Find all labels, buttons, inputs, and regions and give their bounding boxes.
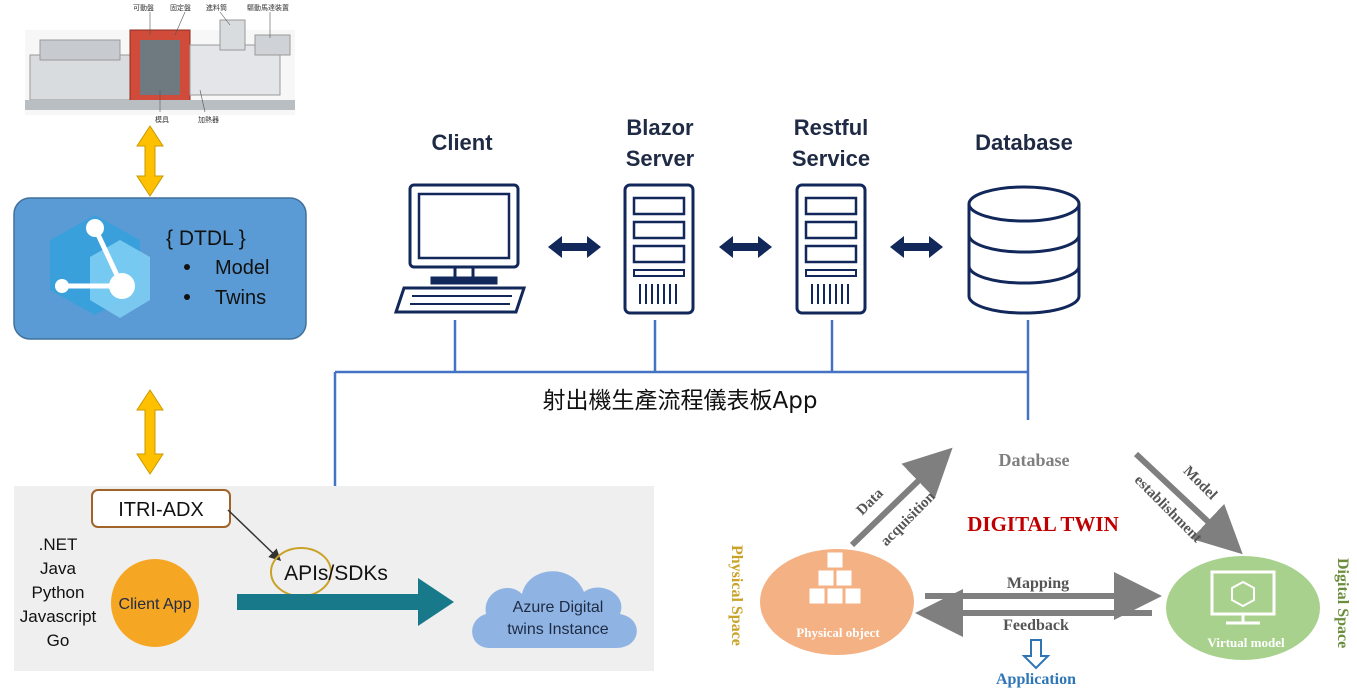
azure-instance-line2: twins Instance	[507, 621, 608, 638]
lang-dotnet: .NET	[39, 535, 78, 554]
application-label: Application	[996, 671, 1076, 688]
dt-title: DIGITAL TWIN	[967, 512, 1119, 536]
machine-label-fixed: 固定盤	[170, 3, 191, 12]
data-acquisition-line2: acquisition	[878, 488, 939, 549]
digital-twin-diagram: Database DIGITAL TWIN Data acquisition M…	[728, 447, 1351, 688]
app-title: 射出機生產流程儀表板App	[543, 388, 818, 414]
tier-label-database: Database	[975, 130, 1073, 155]
tier-label-restful-1: Restful	[794, 115, 869, 140]
bullet-dot	[184, 264, 190, 270]
lang-python: Python	[32, 583, 85, 602]
tier-label-blazor-2: Server	[626, 146, 695, 171]
dtdl-item-twins: Twins	[215, 287, 266, 309]
tier-label-blazor-1: Blazor	[626, 115, 694, 140]
application-down-arrow-icon	[1021, 639, 1051, 670]
gold-double-arrow-bottom	[136, 389, 164, 475]
physical-space-label: Physical Space	[728, 545, 745, 646]
database-icon	[967, 185, 1081, 315]
lang-go: Go	[47, 631, 70, 650]
lang-javascript: Javascript	[20, 607, 97, 626]
gold-double-arrow-top	[136, 125, 164, 197]
feedback-label: Feedback	[1003, 617, 1069, 634]
bullet-dot	[184, 294, 190, 300]
digital-space-label: Digital Space	[1334, 558, 1351, 648]
machine-label-mold: 模具	[155, 115, 169, 124]
tier-labels: Client Blazor Server Restful Service Dat…	[431, 115, 1072, 171]
machine-label-heater: 加熱器	[198, 115, 219, 124]
injection-machine-picture: 可動盤 固定盤 進料筒 驅動馬達裝置 模具 加熱器	[25, 3, 295, 124]
client-computer-icon	[393, 183, 527, 314]
virtual-model-label: Virtual model	[1207, 635, 1285, 650]
tier-connection-arrows	[548, 236, 943, 258]
itri-adx-label: ITRI-ADX	[118, 499, 204, 521]
sdk-panel: ITRI-ADX .NET Java Python Javascript Go …	[14, 486, 654, 671]
dt-database-label: Database	[999, 450, 1070, 470]
machine-label-barrel: 進料筒	[206, 3, 227, 12]
architecture-diagram: 可動盤 固定盤 進料筒 驅動馬達裝置 模具 加熱器 { DTDL } Model…	[13, 3, 1351, 688]
blazor-server-icon	[623, 183, 695, 315]
dtdl-item-model: Model	[215, 257, 269, 279]
dtdl-panel: { DTDL } Model Twins	[13, 197, 307, 340]
dtdl-title: { DTDL }	[166, 227, 246, 250]
apis-sdks-label: APIs/SDKs	[284, 562, 388, 585]
lang-java: Java	[40, 559, 76, 578]
tier-label-client: Client	[431, 130, 493, 155]
client-app-label: Client App	[119, 596, 192, 613]
mapping-label: Mapping	[1007, 575, 1069, 592]
azure-instance-line1: Azure Digital	[513, 599, 604, 616]
restful-service-icon	[795, 183, 867, 315]
machine-label-movable: 可動盤	[133, 3, 154, 12]
tier-label-restful-2: Service	[792, 146, 870, 171]
machine-label-motor: 驅動馬達裝置	[247, 3, 289, 12]
physical-object-label: Physical object	[796, 625, 880, 640]
